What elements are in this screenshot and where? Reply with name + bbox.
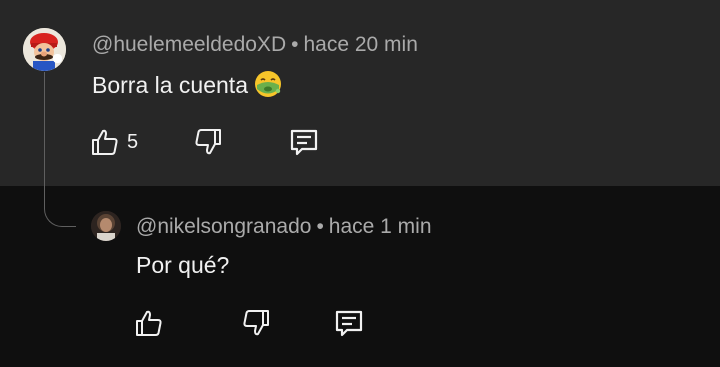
meta-separator: • bbox=[316, 215, 324, 238]
comment-author[interactable]: @nikelsongranado bbox=[136, 215, 311, 238]
comment-text: Borra la cuenta bbox=[92, 70, 282, 99]
dislike-button[interactable] bbox=[192, 126, 224, 158]
nauseated-face-icon bbox=[254, 71, 281, 97]
meta-separator: • bbox=[291, 33, 299, 56]
thumbs-up-icon bbox=[92, 129, 118, 155]
comment-time[interactable]: hace 20 min bbox=[303, 33, 417, 56]
comment-time[interactable]: hace 1 min bbox=[329, 215, 432, 238]
thumbs-up-icon bbox=[136, 310, 162, 336]
thumbs-down-icon bbox=[243, 310, 269, 336]
avatar[interactable] bbox=[23, 28, 66, 71]
dislike-button[interactable] bbox=[240, 307, 272, 339]
avatar[interactable] bbox=[91, 211, 121, 241]
like-count: 5 bbox=[127, 130, 139, 153]
comment-bubble-icon bbox=[290, 129, 318, 156]
comment-bubble-icon bbox=[335, 310, 363, 337]
reply-button[interactable] bbox=[333, 307, 365, 339]
comment-meta: @nikelsongranado • hace 1 min bbox=[136, 215, 432, 239]
like-button[interactable] bbox=[133, 307, 165, 339]
user-photo-avatar-icon bbox=[91, 211, 121, 241]
reply-button[interactable] bbox=[288, 126, 320, 158]
comment-author[interactable]: @huelemeeldedoXD bbox=[92, 33, 286, 56]
comment-meta: @huelemeeldedoXD • hace 20 min bbox=[92, 33, 418, 57]
thumbs-down-icon bbox=[195, 129, 221, 155]
comment-text-content: Borra la cuenta bbox=[92, 72, 248, 98]
thread-connector-line bbox=[44, 72, 76, 227]
like-button[interactable]: 5 bbox=[89, 126, 138, 158]
mario-avatar-icon bbox=[23, 28, 66, 71]
comment-text: Por qué? bbox=[136, 252, 230, 278]
